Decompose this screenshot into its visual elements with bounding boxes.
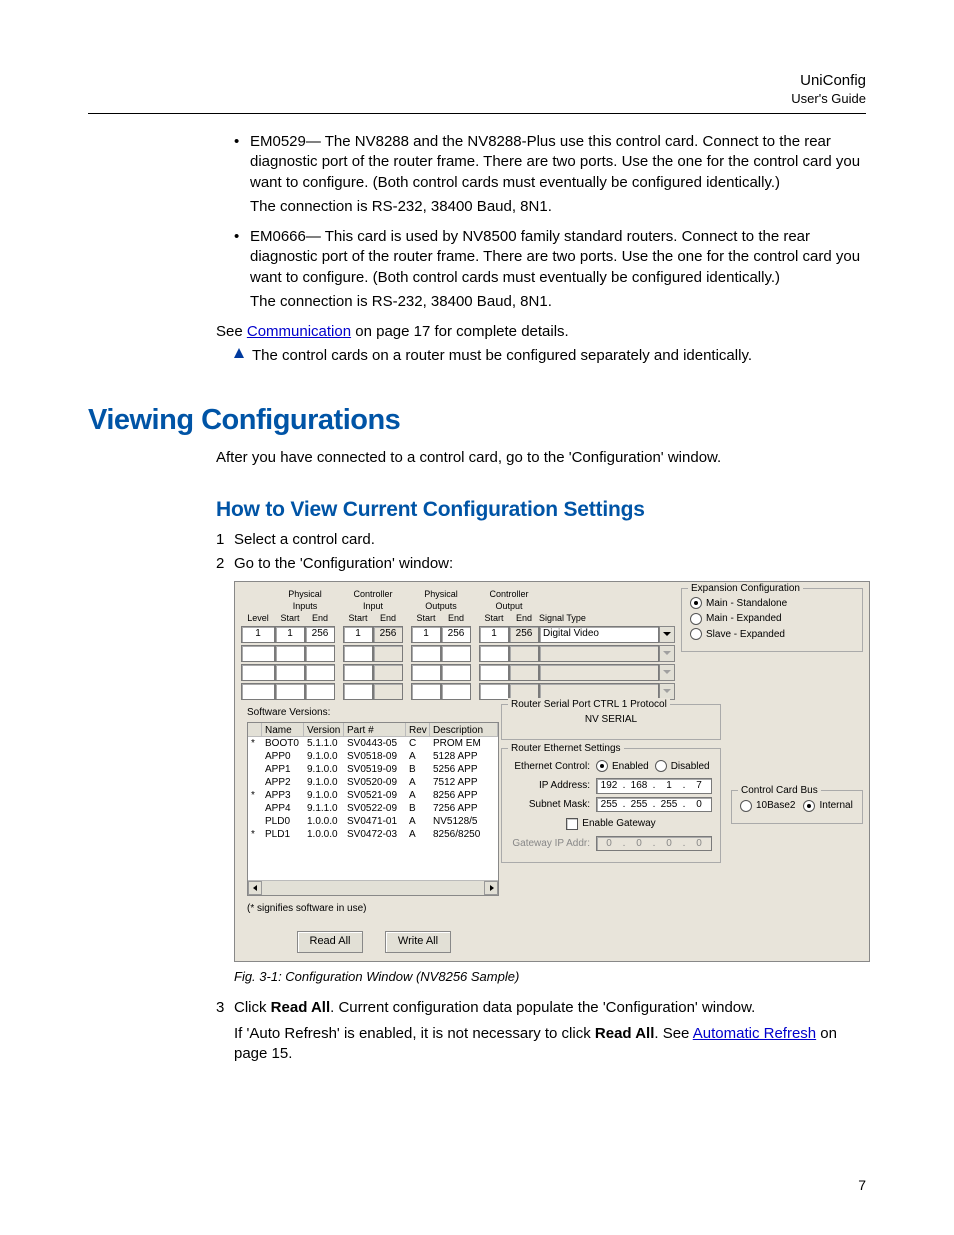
pi-start[interactable]: 1 [275,626,305,643]
hdr-ctrl-input: Controller Input [343,588,403,612]
horizontal-scrollbar[interactable] [248,880,498,895]
radio-10base2[interactable]: 10Base2 [740,799,795,813]
write-all-button[interactable]: Write All [385,931,451,953]
subsection-heading: How to View Current Configuration Settin… [216,496,866,524]
step-list: 1Select a control card. 2Go to the 'Conf… [216,530,866,575]
conn-line-1: The connection is RS-232, 38400 Baud, 8N… [234,197,866,217]
serial-value: NV SERIAL [510,711,712,731]
radio-internal[interactable]: Internal [803,799,852,813]
divider [88,113,866,114]
software-note: (* signifies software in use) [247,902,485,916]
radio-main-standalone[interactable]: Main - Standalone [690,597,854,611]
radio-icon [596,760,608,772]
dropdown-icon [659,664,675,681]
automatic-refresh-link[interactable]: Automatic Refresh [693,1025,816,1042]
level-row-1: 1 1 256 1 256 1 256 1 256 Digital Video [241,626,673,643]
radio-main-expanded[interactable]: Main - Expanded [690,612,854,626]
bullet-text: EM0529— The NV8288 and the NV8288-Plus u… [250,133,860,191]
po-end[interactable]: 256 [441,626,471,643]
note-triangle-icon [234,348,244,358]
router-serial-group: Router Serial Port CTRL 1 Protocol NV SE… [501,704,721,740]
software-versions-table: Name Version Part # Rev Description *BOO… [247,722,499,896]
table-row: APP19.1.0.0SV0519-09B5256 APP [248,763,498,776]
po-start[interactable]: 1 [411,626,441,643]
ip-address-input[interactable]: 192. 168. 1. 7 [596,778,712,794]
co-end: 256 [509,626,539,643]
co-start[interactable]: 1 [479,626,509,643]
bullet-em0666: EM0666— This card is used by NV8500 fami… [234,227,866,288]
communication-link[interactable]: Communication [247,323,351,340]
section-intro: After you have connected to a control ca… [216,448,866,468]
checkbox-icon [566,818,578,830]
step-3: 3 Click Read All. Current configuration … [216,998,866,1065]
conn-line-2: The connection is RS-232, 38400 Baud, 8N… [234,292,866,312]
radio-icon [655,760,667,772]
ci-start[interactable]: 1 [343,626,373,643]
page-header: UniConfig User's Guide [88,72,866,107]
signal-type-select[interactable]: Digital Video [539,626,659,643]
software-versions-label: Software Versions: [247,706,485,720]
guide-name: User's Guide [88,91,866,107]
enable-gateway-checkbox[interactable]: Enable Gateway [566,817,655,831]
hdr-ctrl-output: Controller Output [479,588,539,612]
hdr-phys-inputs: Physical Inputs [275,588,335,612]
table-row: *BOOT05.1.1.0SV0443-05CPROM EM [248,737,498,750]
pi-end[interactable]: 256 [305,626,335,643]
page-number: 7 [858,1176,866,1195]
radio-icon [690,628,702,640]
table-row: *APP39.1.0.0SV0521-09A8256 APP [248,789,498,802]
radio-icon [690,597,702,609]
see-line: See Communication on page 17 for complet… [216,322,866,342]
step-1: 1Select a control card. [216,530,866,550]
dropdown-icon [659,645,675,662]
table-row: APP09.1.0.0SV0518-09A5128 APP [248,750,498,763]
figure-caption: Fig. 3-1: Configuration Window (NV8256 S… [234,968,866,986]
scroll-left-icon[interactable] [248,881,262,895]
table-row: *PLD11.0.0.0SV0472-03A8256/8250 [248,828,498,841]
section-heading: Viewing Configurations [88,401,866,440]
radio-icon [740,800,752,812]
bullet-list-2: EM0666— This card is used by NV8500 fami… [234,227,866,288]
radio-slave-expanded[interactable]: Slave - Expanded [690,628,854,642]
radio-icon [803,800,815,812]
bullet-text: EM0666— This card is used by NV8500 fami… [250,228,860,286]
table-row: APP29.1.0.0SV0520-09A7512 APP [248,776,498,789]
brand-name: UniConfig [88,72,866,91]
subnet-mask-input[interactable]: 255. 255. 255. 0 [596,797,712,813]
config-window-figure: Physical Inputs Controller Input Physica… [234,581,870,962]
radio-icon [690,613,702,625]
router-ethernet-group: Router Ethernet Settings Ethernet Contro… [501,748,721,864]
table-row: PLD01.0.0.0SV0471-01ANV5128/5 [248,815,498,828]
note-line: The control cards on a router must be co… [234,346,866,366]
ci-end: 256 [373,626,403,643]
radio-eth-enabled[interactable]: Enabled [596,760,649,774]
radio-eth-disabled[interactable]: Disabled [655,760,710,774]
bullet-list: EM0529— The NV8288 and the NV8288-Plus u… [234,132,866,193]
expansion-config-group: Expansion Configuration Main - Standalon… [681,588,863,653]
table-row: APP49.1.1.0SV0522-09B7256 APP [248,802,498,815]
control-card-bus-group: Control Card Bus 10Base2 Internal [731,790,863,824]
scroll-right-icon[interactable] [484,881,498,895]
read-all-button[interactable]: Read All [297,931,363,953]
step-2: 2Go to the 'Configuration' window: [216,554,866,574]
level-input[interactable]: 1 [241,626,275,643]
gateway-ip-input: 0. 0. 0. 0 [596,836,712,852]
step-list-cont: 3 Click Read All. Current configuration … [216,998,866,1065]
dropdown-icon[interactable] [659,626,675,643]
hdr-phys-outputs: Physical Outputs [411,588,471,612]
bullet-em0529: EM0529— The NV8288 and the NV8288-Plus u… [234,132,866,193]
